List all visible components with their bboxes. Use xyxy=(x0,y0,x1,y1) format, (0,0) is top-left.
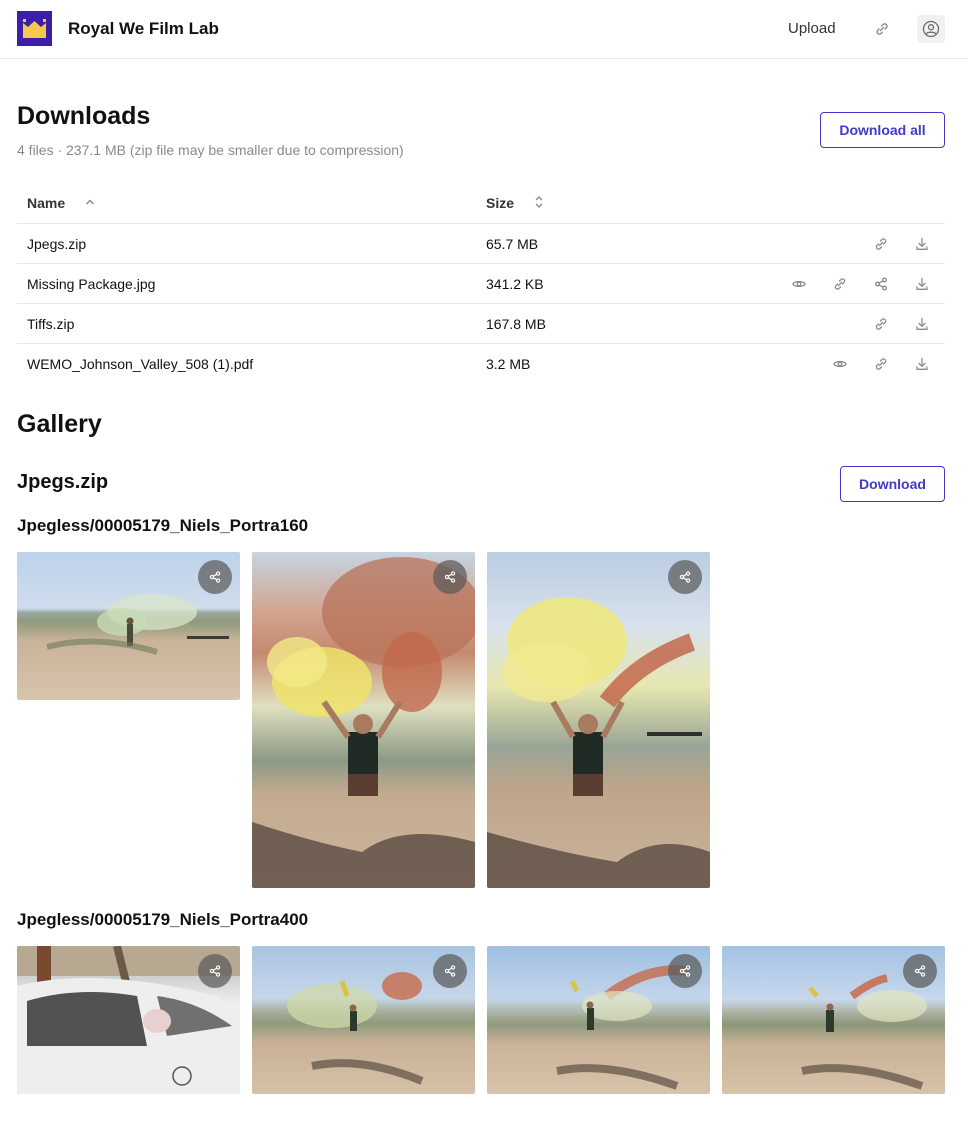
file-size: 167.8 MB xyxy=(486,316,546,332)
gallery-photo[interactable] xyxy=(252,946,475,1094)
file-size: 341.2 KB xyxy=(486,276,544,292)
share-button[interactable] xyxy=(903,954,937,988)
share-icon xyxy=(209,965,221,977)
link-icon[interactable] xyxy=(873,356,889,372)
link-icon[interactable] xyxy=(873,236,889,252)
download-icon[interactable] xyxy=(914,276,930,292)
file-name: Missing Package.jpg xyxy=(27,276,156,292)
sort-ascending-icon[interactable] xyxy=(84,196,96,208)
folder-title: Jpegless/00005179_Niels_Portra400 xyxy=(17,910,309,929)
share-icon xyxy=(209,571,221,583)
gallery-title: Gallery xyxy=(17,410,102,438)
downloads-summary: 4 files · 237.1 MB (zip file may be smal… xyxy=(17,142,404,158)
share-icon[interactable] xyxy=(873,276,889,292)
gallery-photo[interactable] xyxy=(487,946,710,1094)
brand-logo[interactable] xyxy=(17,11,52,46)
table-header: Name Size xyxy=(17,183,945,224)
table-row: Missing Package.jpg 341.2 KB xyxy=(17,264,945,304)
crown-icon xyxy=(17,11,52,46)
gallery-photo[interactable] xyxy=(17,946,240,1094)
share-icon xyxy=(679,571,691,583)
photo-image xyxy=(487,597,710,888)
share-icon xyxy=(444,571,456,583)
file-name: Jpegs.zip xyxy=(27,236,87,252)
file-size: 65.7 MB xyxy=(486,236,539,252)
share-button[interactable] xyxy=(433,954,467,988)
brand-name[interactable]: Royal We Film Lab xyxy=(68,19,219,39)
table-row: Tiffs.zip 167.8 MB xyxy=(17,304,945,344)
share-button[interactable] xyxy=(433,560,467,594)
eye-icon[interactable] xyxy=(832,356,848,372)
top-bar: Royal We Film Lab Upload xyxy=(0,0,968,59)
column-header-size[interactable]: Size xyxy=(486,195,514,211)
share-icon xyxy=(679,965,691,977)
download-all-button[interactable]: Download all xyxy=(820,112,945,148)
file-name: WEMO_Johnson_Valley_508 (1).pdf xyxy=(27,356,254,372)
download-icon[interactable] xyxy=(914,356,930,372)
table-row: WEMO_Johnson_Valley_508 (1).pdf 3.2 MB xyxy=(17,344,945,384)
user-menu-button[interactable] xyxy=(917,15,945,43)
link-icon[interactable] xyxy=(832,276,848,292)
user-icon xyxy=(922,20,940,38)
upload-link[interactable]: Upload xyxy=(788,20,836,37)
photo-image xyxy=(252,557,475,888)
share-button[interactable] xyxy=(668,560,702,594)
downloads-title: Downloads xyxy=(17,102,151,130)
gallery-photo[interactable] xyxy=(722,946,945,1094)
file-name: Tiffs.zip xyxy=(27,316,75,332)
gallery-photo[interactable] xyxy=(487,552,710,888)
gallery-photo[interactable] xyxy=(17,552,240,700)
share-button[interactable] xyxy=(198,560,232,594)
table-row: Jpegs.zip 65.7 MB xyxy=(17,224,945,264)
downloads-table: Name Size Jpegs.zip 65.7 MB Missing Pack… xyxy=(17,183,945,384)
gallery-photo[interactable] xyxy=(252,552,475,888)
archive-title: Jpegs.zip xyxy=(17,471,109,493)
share-button[interactable] xyxy=(668,954,702,988)
folder-title: Jpegless/00005179_Niels_Portra160 xyxy=(17,516,309,535)
share-button[interactable] xyxy=(198,954,232,988)
file-size: 3.2 MB xyxy=(486,356,531,372)
link-icon[interactable] xyxy=(872,19,892,39)
eye-icon[interactable] xyxy=(791,276,807,292)
download-icon[interactable] xyxy=(914,316,930,332)
download-icon[interactable] xyxy=(914,236,930,252)
share-icon xyxy=(914,965,926,977)
sort-unsorted-icon[interactable] xyxy=(533,195,545,209)
download-archive-button[interactable]: Download xyxy=(840,466,945,502)
share-icon xyxy=(444,965,456,977)
link-icon[interactable] xyxy=(873,316,889,332)
column-header-name[interactable]: Name xyxy=(27,195,65,211)
